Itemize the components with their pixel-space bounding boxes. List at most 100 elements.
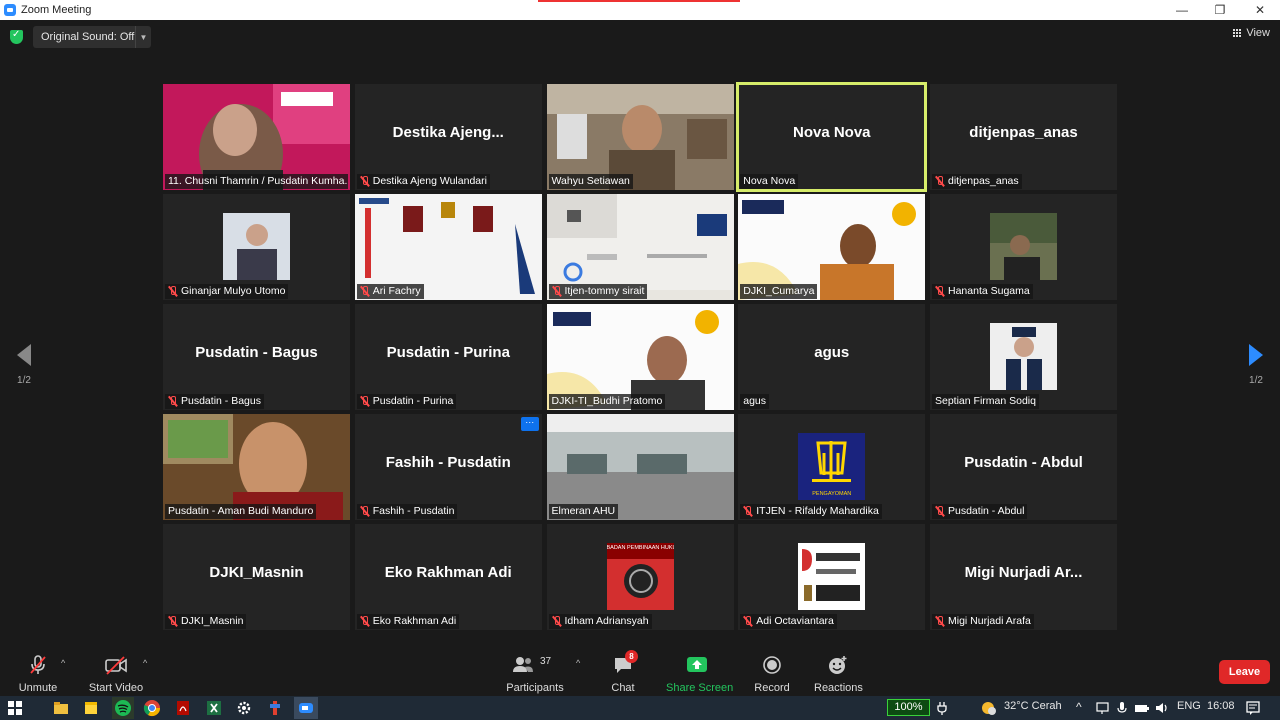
participant-tile[interactable]: DJKI_Cumarya	[738, 194, 925, 300]
meeting-top-strip: Original Sound: Off ▼ View	[0, 20, 1280, 60]
participant-tile[interactable]: Destika Ajeng...Destika Ajeng Wulandari	[355, 84, 542, 190]
clock[interactable]: 16:08	[1207, 700, 1235, 712]
participants-button[interactable]: 37 Participants	[505, 654, 565, 694]
participant-display-name: DJKI_Masnin	[163, 564, 350, 581]
participant-name-tag: ditjenpas_anas	[932, 174, 1022, 189]
mic-muted-icon	[552, 286, 561, 297]
participant-tile[interactable]: Ari Fachry	[355, 194, 542, 300]
start-video-button[interactable]: Start Video	[88, 654, 144, 694]
share-screen-label: Share Screen	[666, 682, 728, 694]
participant-tile[interactable]: Pusdatin - BagusPusdatin - Bagus	[163, 304, 350, 410]
share-screen-button[interactable]: Share Screen	[666, 654, 728, 694]
file-explorer-icon[interactable]	[52, 699, 70, 717]
title-bar: Zoom Meeting — ❐ ✕	[0, 0, 1280, 20]
participant-tile[interactable]: PENGAYOMANITJEN - Rifaldy Mahardika	[738, 414, 925, 520]
participant-tile[interactable]: BADAN PEMBINAAN HUKUM NASIONAL Idham Adri…	[547, 524, 734, 630]
power-plug-icon	[933, 699, 951, 717]
weather-sun-icon	[980, 699, 998, 717]
participant-tile[interactable]: Itjen-tommy sirait	[547, 194, 734, 300]
reactions-button[interactable]: Reactions	[814, 654, 862, 694]
pdf-reader-icon[interactable]	[174, 699, 192, 717]
battery-indicator[interactable]: 100%	[887, 699, 930, 716]
settings-gear-icon[interactable]	[235, 699, 253, 717]
record-button[interactable]: Record	[752, 654, 792, 694]
participant-tile[interactable]: Septian Firman Sodiq	[930, 304, 1117, 410]
participant-tile[interactable]: ditjenpas_anasditjenpas_anas	[930, 84, 1117, 190]
participant-tile[interactable]: Wahyu Setiawan	[547, 84, 734, 190]
participants-caret[interactable]: ^	[576, 658, 580, 668]
participant-name: Pusdatin - Purina	[373, 394, 454, 409]
spotify-icon[interactable]	[112, 697, 134, 719]
participant-tile[interactable]: Pusdatin - Aman Budi Manduro	[163, 414, 350, 520]
volume-icon[interactable]	[1153, 699, 1171, 717]
audio-options-caret[interactable]: ^	[61, 658, 65, 668]
participant-tile[interactable]: agusagus	[738, 304, 925, 410]
chat-button[interactable]: 8 Chat	[606, 654, 640, 694]
participant-name-tag: Ari Fachry	[357, 284, 424, 299]
maximize-button[interactable]: ❐	[1200, 0, 1240, 20]
participants-icon-group: 37	[511, 654, 559, 676]
chevron-down-icon[interactable]: ▼	[135, 26, 151, 48]
video-options-caret[interactable]: ^	[143, 658, 147, 668]
participant-display-name: Migi Nurjadi Ar...	[930, 564, 1117, 581]
participant-name-tag: ITJEN - Rifaldy Mahardika	[740, 504, 882, 519]
previous-page-button[interactable]: 1/2	[12, 344, 36, 386]
microphone-tray-icon[interactable]	[1113, 699, 1131, 717]
notifications-icon[interactable]	[1244, 699, 1262, 717]
weather-text[interactable]: 32°C Cerah	[1004, 700, 1062, 712]
language-indicator[interactable]: ENG	[1177, 700, 1201, 712]
chat-badge: 8	[625, 650, 638, 663]
zoom-taskbar-icon[interactable]	[294, 697, 318, 719]
participant-tile[interactable]: Fashih - Pusdatin···Fashih - Pusdatin	[355, 414, 542, 520]
security-shield-icon[interactable]	[10, 30, 23, 44]
participant-name: Pusdatin - Aman Budi Manduro	[168, 504, 313, 519]
participant-name-tag: DJKI-TI_Budhi Pratomo	[549, 394, 666, 409]
battery-tray-icon[interactable]	[1133, 699, 1151, 717]
excel-icon[interactable]	[205, 699, 223, 717]
participant-tile[interactable]: Pusdatin - Abdul Pusdatin - Abdul	[930, 414, 1117, 520]
mic-muted-icon	[168, 616, 177, 627]
view-button[interactable]: View	[1233, 27, 1270, 39]
logo-text: BADAN PEMBINAAN HUKUM NASIONAL	[607, 545, 674, 551]
participant-name-tag: Pusdatin - Abdul	[932, 504, 1027, 519]
tray-chevron-icon[interactable]: ^	[1076, 700, 1082, 714]
chrome-icon[interactable]	[143, 699, 161, 717]
mic-muted-icon	[360, 396, 369, 407]
participant-tile[interactable]: Pusdatin - PurinaPusdatin - Purina	[355, 304, 542, 410]
participant-tile[interactable]: Eko Rakhman AdiEko Rakhman Adi	[355, 524, 542, 630]
unmute-button[interactable]: Unmute	[16, 654, 60, 694]
participant-name-tag: DJKI_Masnin	[165, 614, 246, 629]
participant-tile[interactable]: Migi Nurjadi Ar...Migi Nurjadi Arafa	[930, 524, 1117, 630]
page-indicator-left: 1/2	[12, 375, 36, 386]
participant-tile[interactable]: Hananta Sugama	[930, 194, 1117, 300]
more-options-button[interactable]: ···	[521, 417, 539, 431]
participant-tile[interactable]: 11. Chusni Thamrin / Pusdatin Kumha...	[163, 84, 350, 190]
participant-avatar	[990, 323, 1057, 390]
app-pin-icon[interactable]	[266, 699, 284, 717]
original-sound-toggle[interactable]: Original Sound: Off ▼	[33, 26, 151, 48]
meeting-toolbar: Unmute ^ Start Video ^ 37 Participants ^…	[0, 650, 1280, 694]
network-icon[interactable]	[1094, 699, 1112, 717]
participant-tile[interactable]: Nova NovaNova Nova	[738, 84, 925, 190]
participant-tile[interactable]: DJKI_Masnin DJKI_Masnin	[163, 524, 350, 630]
participant-name-tag: Nova Nova	[740, 174, 798, 189]
participant-name: Idham Adriansyah	[565, 614, 649, 629]
participant-tile[interactable]: Balitbang Hukum dan HAM PASTAdi Octavian…	[738, 524, 925, 630]
windows-start-icon[interactable]	[6, 699, 24, 717]
mic-muted-icon	[168, 286, 177, 297]
participant-tile[interactable]: DJKI-TI_Budhi Pratomo	[547, 304, 734, 410]
close-button[interactable]: ✕	[1240, 0, 1280, 20]
mic-muted-icon	[935, 506, 944, 517]
participant-name-tag: agus	[740, 394, 769, 409]
sticky-notes-icon[interactable]	[82, 699, 100, 717]
video-off-icon	[104, 654, 128, 676]
leave-button[interactable]: Leave	[1219, 660, 1270, 684]
participant-name: Pusdatin - Bagus	[181, 394, 261, 409]
participant-display-name: Pusdatin - Abdul	[930, 454, 1117, 471]
mic-muted-icon	[360, 176, 369, 187]
next-page-button[interactable]: 1/2	[1244, 344, 1268, 386]
record-label: Record	[752, 682, 792, 694]
participant-tile[interactable]: Ginanjar Mulyo Utomo	[163, 194, 350, 300]
participant-tile[interactable]: Elmeran AHU	[547, 414, 734, 520]
minimize-button[interactable]: —	[1162, 0, 1202, 20]
